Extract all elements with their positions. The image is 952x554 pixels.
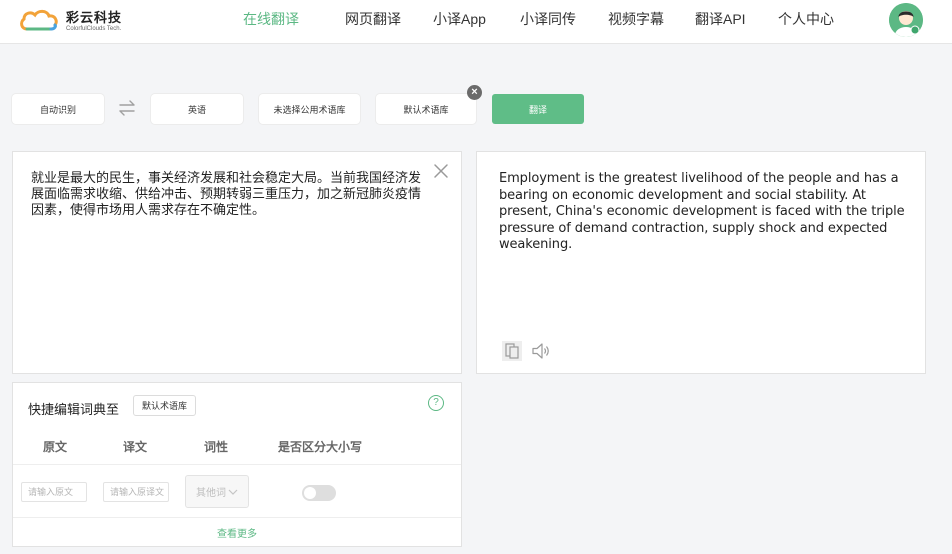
translate-button[interactable]: 翻译 xyxy=(492,94,584,124)
quick-edit-dictionary-panel: 快捷编辑词典至 默认术语库 ? 原文 译文 词性 是否区分大小写 请输入原文 请… xyxy=(12,382,462,547)
logo-name: 彩云科技 xyxy=(66,9,123,25)
divider xyxy=(13,464,461,465)
logo[interactable]: 彩云科技 ColorfulClouds Tech. xyxy=(18,5,122,37)
nav-web-translate[interactable]: 网页翻译 xyxy=(345,0,433,44)
quick-edit-title: 快捷编辑词典至 xyxy=(28,402,120,417)
source-language-select[interactable]: 自动识别 xyxy=(12,94,104,124)
source-term-input[interactable]: 请输入原文 xyxy=(21,482,87,502)
user-avatar-icon xyxy=(889,3,923,37)
target-language-select[interactable]: 英语 xyxy=(151,94,243,124)
view-more-link[interactable]: 查看更多 xyxy=(13,525,461,540)
nav-app[interactable]: 小译App xyxy=(433,0,520,44)
toggle-knob xyxy=(304,487,316,499)
nav-simultaneous[interactable]: 小译同传 xyxy=(520,0,608,44)
swap-arrows-icon[interactable] xyxy=(116,98,138,118)
column-part-of-speech: 词性 xyxy=(204,440,229,454)
column-source: 原文 xyxy=(43,440,68,454)
nav-online-translate[interactable]: 在线翻译 xyxy=(243,0,345,44)
cloud-logo-icon xyxy=(20,9,58,31)
public-glossary-select[interactable]: 未选择公用术语库 xyxy=(259,94,360,124)
part-of-speech-value: 其他词 xyxy=(196,488,226,499)
nav-profile[interactable]: 个人中心 xyxy=(778,0,848,44)
translation-result-text: Employment is the greatest livelihood of… xyxy=(499,171,905,252)
chevron-down-icon xyxy=(228,489,238,495)
translation-result-panel: Employment is the greatest livelihood of… xyxy=(476,151,926,374)
source-text-panel[interactable]: 就业是最大的民生，事关经济发展和社会稳定大局。当前我国经济发展面临需求收缩、供给… xyxy=(12,151,462,374)
target-term-input[interactable]: 请输入原译文 xyxy=(103,482,169,502)
source-text-input[interactable]: 就业是最大的民生，事关经济发展和社会稳定大局。当前我国经济发展面临需求收缩、供给… xyxy=(31,170,426,218)
copy-icon[interactable] xyxy=(502,341,522,361)
column-target: 译文 xyxy=(123,440,148,454)
nav-api[interactable]: 翻译API xyxy=(695,0,778,44)
close-icon[interactable] xyxy=(432,162,450,180)
speaker-icon[interactable] xyxy=(531,342,551,360)
part-of-speech-select[interactable]: 其他词 xyxy=(185,475,249,508)
logo-tagline: ColorfulClouds Tech. xyxy=(66,25,122,32)
case-sensitive-toggle[interactable] xyxy=(302,485,336,501)
quick-edit-glossary-select[interactable]: 默认术语库 xyxy=(133,395,196,416)
main-nav: 在线翻译 网页翻译 小译App 小译同传 视频字幕 翻译API 个人中心 xyxy=(243,0,848,44)
divider xyxy=(13,517,461,518)
close-circle-icon[interactable]: × xyxy=(467,85,482,100)
help-icon[interactable]: ? xyxy=(428,395,444,411)
nav-video-subtitles[interactable]: 视频字幕 xyxy=(608,0,695,44)
user-avatar[interactable] xyxy=(889,3,923,37)
default-glossary-select[interactable]: 默认术语库 xyxy=(376,94,476,124)
column-case-sensitive: 是否区分大小写 xyxy=(278,440,363,454)
top-header: 彩云科技 ColorfulClouds Tech. 在线翻译 网页翻译 小译Ap… xyxy=(0,0,952,44)
